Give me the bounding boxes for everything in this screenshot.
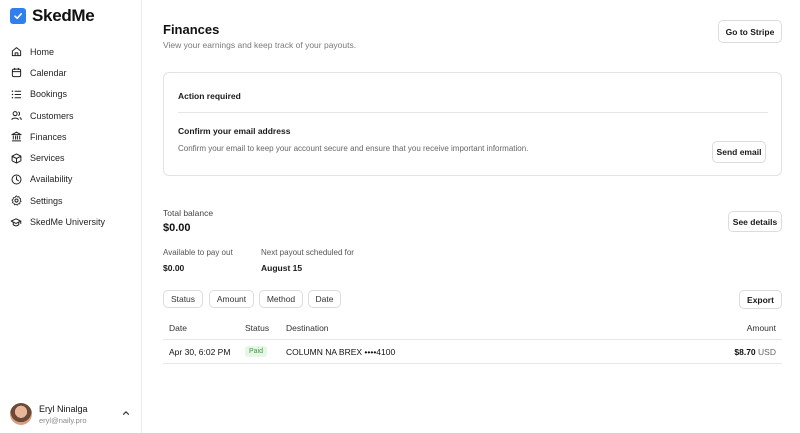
total-balance-label: Total balance [163, 208, 214, 218]
list-icon [10, 88, 22, 100]
user-menu[interactable]: Eryl Ninalga eryl@naily.pro [10, 403, 130, 425]
table-header: Date Status Destination Amount [163, 316, 782, 340]
sidebar-item-label: Bookings [30, 89, 68, 100]
sidebar-item-bookings[interactable]: Bookings [0, 84, 141, 105]
divider [178, 112, 768, 113]
see-details-button[interactable]: See details [728, 211, 782, 232]
sidebar-item-settings[interactable]: Settings [0, 190, 141, 211]
row-date: Apr 30, 6:02 PM [169, 347, 231, 357]
main-content: Finances View your earnings and keep tra… [142, 0, 800, 433]
filter-amount[interactable]: Amount [209, 290, 254, 308]
table-row[interactable]: Apr 30, 6:02 PM Paid COLUMN NA BREX ••••… [163, 340, 782, 364]
user-name: Eryl Ninalga [39, 403, 88, 414]
sidebar-item-customers[interactable]: Customers [0, 105, 141, 126]
app-logo[interactable]: SkedMe [10, 6, 95, 26]
users-icon [10, 110, 22, 122]
page-title: Finances [163, 22, 220, 37]
amount-currency: USD [758, 347, 776, 357]
go-to-stripe-button[interactable]: Go to Stripe [718, 20, 782, 43]
action-required-card: Action required Confirm your email addre… [163, 72, 782, 176]
next-payout-value: August 15 [261, 263, 303, 273]
sidebar-item-label: Calendar [30, 67, 67, 78]
avatar [10, 403, 32, 425]
app-name: SkedMe [32, 6, 95, 25]
column-status[interactable]: Status [245, 323, 269, 333]
row-destination: COLUMN NA BREX ••••4100 [286, 347, 396, 357]
next-payout-label: Next payout scheduled for [261, 248, 354, 257]
column-amount[interactable]: Amount [747, 323, 776, 333]
clock-icon [10, 173, 22, 185]
column-date[interactable]: Date [169, 323, 187, 333]
sidebar-item-label: Services [30, 153, 65, 164]
user-email: eryl@naily.pro [39, 415, 87, 425]
calendar-check-icon [10, 8, 26, 24]
box-icon [10, 152, 22, 164]
total-balance-value: $0.00 [163, 222, 191, 234]
available-label: Available to pay out [163, 248, 233, 257]
column-destination[interactable]: Destination [286, 323, 329, 333]
sidebar-item-availability[interactable]: Availability [0, 169, 141, 190]
sidebar-item-label: SkedMe University [30, 217, 106, 228]
sidebar-item-label: Customers [30, 110, 74, 121]
filter-status[interactable]: Status [163, 290, 203, 308]
bank-icon [10, 131, 22, 143]
sidebar-nav: Home Calendar Bookings Customers Finance… [0, 41, 141, 233]
sidebar-item-home[interactable]: Home [0, 41, 141, 62]
sidebar: SkedMe Home Calendar Bookings Customers … [0, 0, 142, 433]
available-value: $0.00 [163, 263, 185, 273]
export-button[interactable]: Export [739, 290, 782, 309]
sidebar-item-university[interactable]: SkedMe University [0, 211, 141, 232]
sidebar-item-label: Home [30, 46, 55, 57]
card-title: Action required [178, 91, 241, 101]
filter-date[interactable]: Date [308, 290, 341, 308]
row-amount: $8.70 USD [734, 347, 776, 357]
sidebar-item-services[interactable]: Services [0, 147, 141, 168]
sidebar-item-finances[interactable]: Finances [0, 126, 141, 147]
home-icon [10, 46, 22, 58]
sidebar-item-label: Finances [30, 131, 67, 142]
amount-value: $8.70 [734, 347, 756, 357]
calendar-icon [10, 67, 22, 79]
page-subtitle: View your earnings and keep track of you… [163, 40, 357, 50]
chevron-up-icon[interactable] [122, 409, 130, 419]
card-body: Confirm your email to keep your account … [178, 144, 529, 153]
card-subtitle: Confirm your email address [178, 126, 291, 136]
status-badge: Paid [245, 346, 268, 357]
user-info: Eryl Ninalga eryl@naily.pro [39, 404, 88, 425]
send-email-button[interactable]: Send email [712, 141, 766, 163]
graduation-cap-icon [10, 216, 22, 228]
sidebar-item-label: Availability [30, 174, 73, 185]
sidebar-item-label: Settings [30, 195, 63, 206]
sidebar-item-calendar[interactable]: Calendar [0, 62, 141, 83]
filter-method[interactable]: Method [259, 290, 303, 308]
gear-icon [10, 195, 22, 207]
